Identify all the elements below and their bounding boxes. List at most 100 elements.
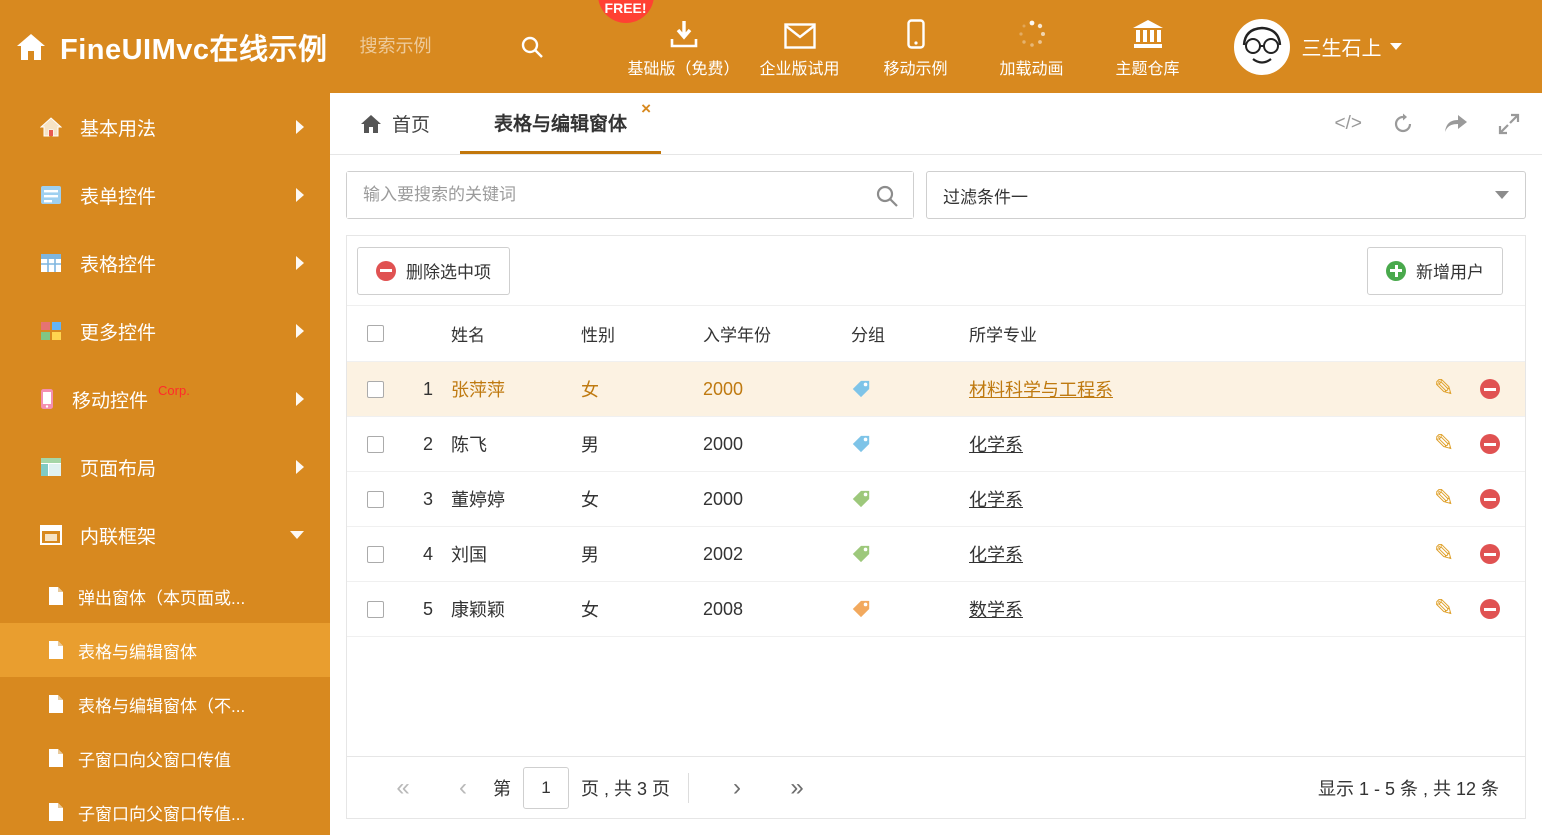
first-page-icon[interactable]: « bbox=[373, 774, 433, 802]
edit-icon[interactable]: ✎ bbox=[1434, 432, 1454, 456]
sidebar-item-label: 页面布局 bbox=[80, 458, 157, 480]
table-row[interactable]: 1 张萍萍 女 2000 材料科学与工程系 ✎ bbox=[347, 362, 1525, 417]
page-label-prefix: 第 bbox=[493, 778, 511, 799]
cell-name: 张萍萍 bbox=[451, 380, 505, 400]
nav-item-theme-store[interactable]: 主题仓库 bbox=[1090, 15, 1206, 79]
corp-badge: Corp. bbox=[158, 383, 190, 398]
delete-row-icon[interactable] bbox=[1480, 434, 1501, 454]
tab-active-label: 表格与编辑窗体 bbox=[494, 113, 628, 135]
table-row[interactable]: 3 董婷婷 女 2000 化学系 ✎ bbox=[347, 472, 1525, 527]
avatar[interactable] bbox=[1233, 18, 1290, 75]
page-number-input[interactable] bbox=[523, 766, 569, 809]
expand-icon[interactable] bbox=[1498, 113, 1520, 135]
sidebar-subitem-popup-window[interactable]: 弹出窗体（本页面或... bbox=[0, 569, 330, 623]
row-number: 2 bbox=[422, 433, 433, 454]
nav-item-mobile-demo[interactable]: 移动示例 bbox=[858, 15, 974, 79]
header-search-input[interactable] bbox=[359, 36, 520, 57]
major-link[interactable]: 化学系 bbox=[969, 435, 1023, 455]
row-checkbox[interactable] bbox=[367, 545, 384, 563]
edit-icon[interactable]: ✎ bbox=[1434, 542, 1454, 566]
close-icon[interactable]: × bbox=[641, 99, 651, 119]
minus-circle-icon bbox=[376, 260, 396, 281]
tab-home-label: 首页 bbox=[392, 115, 431, 136]
row-checkbox[interactable] bbox=[367, 435, 384, 453]
plus-circle-icon bbox=[1386, 260, 1406, 281]
user-name[interactable]: 三生石上 bbox=[1302, 32, 1402, 61]
delete-row-icon[interactable] bbox=[1480, 489, 1501, 509]
col-name: 姓名 bbox=[451, 326, 485, 345]
tab-home[interactable]: 首页 bbox=[330, 93, 460, 154]
cell-year: 2008 bbox=[703, 598, 744, 619]
grid-icon bbox=[40, 253, 62, 273]
user-menu[interactable]: 三生石上 bbox=[1233, 18, 1402, 75]
last-page-icon[interactable]: » bbox=[767, 774, 827, 802]
delete-row-icon[interactable] bbox=[1480, 599, 1501, 619]
nav-item-basic-free[interactable]: FREE! 基础版（免费） bbox=[597, 0, 742, 79]
layout-icon bbox=[40, 457, 62, 477]
row-number: 3 bbox=[422, 488, 433, 509]
major-link[interactable]: 化学系 bbox=[969, 545, 1023, 565]
blocks-icon bbox=[40, 321, 62, 341]
chevron-down-icon bbox=[1389, 43, 1402, 50]
filter-dropdown[interactable]: 过滤条件一 bbox=[926, 171, 1526, 219]
table-row[interactable]: 2 陈飞 男 2000 化学系 ✎ bbox=[347, 417, 1525, 472]
add-user-label: 新增用户 bbox=[1416, 263, 1484, 282]
tab-toolbar: </> bbox=[1335, 93, 1542, 154]
search-icon[interactable] bbox=[875, 184, 899, 208]
filter-row: 过滤条件一 bbox=[346, 171, 1526, 219]
major-link[interactable]: 材料科学与工程系 bbox=[969, 380, 1113, 400]
col-group: 分组 bbox=[851, 326, 885, 345]
row-checkbox[interactable] bbox=[367, 600, 384, 618]
cell-gender: 男 bbox=[581, 545, 599, 565]
nav-item-loading-anim[interactable]: 加载动画 bbox=[974, 15, 1090, 79]
sidebar-item-basic-usage[interactable]: 基本用法 bbox=[0, 93, 330, 161]
row-checkbox[interactable] bbox=[367, 490, 384, 508]
share-icon[interactable] bbox=[1444, 114, 1468, 134]
sidebar-subitem-grid-edit-window[interactable]: 表格与编辑窗体 bbox=[0, 623, 330, 677]
major-link[interactable]: 化学系 bbox=[969, 490, 1023, 510]
sidebar-item-grid-controls[interactable]: 表格控件 bbox=[0, 229, 330, 297]
download-icon bbox=[626, 15, 742, 49]
sidebar-item-label: 表格控件 bbox=[80, 254, 157, 276]
keyword-search-input[interactable] bbox=[347, 172, 913, 218]
sidebar-item-more-controls[interactable]: 更多控件 bbox=[0, 297, 330, 365]
edit-icon[interactable]: ✎ bbox=[1434, 487, 1454, 511]
sidebar-item-form-controls[interactable]: 表单控件 bbox=[0, 161, 330, 229]
code-icon[interactable]: </> bbox=[1335, 113, 1362, 135]
main-area: 首页 表格与编辑窗体 × </> 输入要搜索的关键词 过滤条件一 删除选中项 新… bbox=[330, 93, 1542, 835]
cell-year: 2000 bbox=[703, 433, 744, 454]
bank-icon bbox=[1090, 15, 1206, 49]
edit-icon[interactable]: ✎ bbox=[1434, 597, 1454, 621]
sidebar-subitem-child-to-parent[interactable]: 子窗口向父窗口传值 bbox=[0, 731, 330, 785]
home-icon[interactable] bbox=[16, 33, 46, 61]
prev-page-icon[interactable]: ‹ bbox=[433, 774, 493, 802]
tag-icon bbox=[851, 489, 969, 509]
chevron-right-icon bbox=[296, 392, 304, 406]
tab-grid-edit-window[interactable]: 表格与编辑窗体 × bbox=[460, 93, 662, 154]
row-number: 5 bbox=[422, 598, 433, 619]
select-all-checkbox[interactable] bbox=[367, 325, 384, 342]
sidebar-subitem-child-to-parent-2[interactable]: 子窗口向父窗口传值... bbox=[0, 785, 330, 835]
search-icon[interactable] bbox=[520, 35, 544, 59]
sidebar-item-label: 内联框架 bbox=[80, 526, 157, 548]
table-header-row: 姓名 性别 入学年份 分组 所学专业 bbox=[347, 306, 1525, 362]
nav-item-enterprise-trial[interactable]: 企业版试用 bbox=[742, 15, 858, 79]
next-page-icon[interactable]: › bbox=[707, 774, 767, 802]
sidebar-subitem-grid-edit-window-2[interactable]: 表格与编辑窗体（不... bbox=[0, 677, 330, 731]
refresh-icon[interactable] bbox=[1392, 113, 1414, 135]
delete-row-icon[interactable] bbox=[1480, 544, 1501, 564]
sidebar-item-mobile-controls[interactable]: 移动控件 Corp. bbox=[0, 365, 330, 433]
chevron-right-icon bbox=[296, 324, 304, 338]
add-user-button[interactable]: 新增用户 bbox=[1367, 246, 1503, 295]
edit-icon[interactable]: ✎ bbox=[1434, 377, 1454, 401]
table-row[interactable]: 4 刘国 男 2002 化学系 ✎ bbox=[347, 527, 1525, 582]
pagination-bar: « ‹ 第 页 , 共 3 页 › » 显示 1 - 5 条 , 共 12 条 bbox=[347, 756, 1525, 818]
sidebar-item-page-layout[interactable]: 页面布局 bbox=[0, 433, 330, 501]
major-link[interactable]: 数学系 bbox=[969, 600, 1023, 620]
table-row[interactable]: 5 康颖颖 女 2008 数学系 ✎ bbox=[347, 582, 1525, 637]
sidebar-item-inline-frame[interactable]: 内联框架 bbox=[0, 501, 330, 569]
delete-row-icon[interactable] bbox=[1480, 379, 1501, 399]
delete-selected-button[interactable]: 删除选中项 bbox=[357, 246, 510, 295]
nav-label: 移动示例 bbox=[883, 60, 948, 78]
row-checkbox[interactable] bbox=[367, 380, 384, 398]
